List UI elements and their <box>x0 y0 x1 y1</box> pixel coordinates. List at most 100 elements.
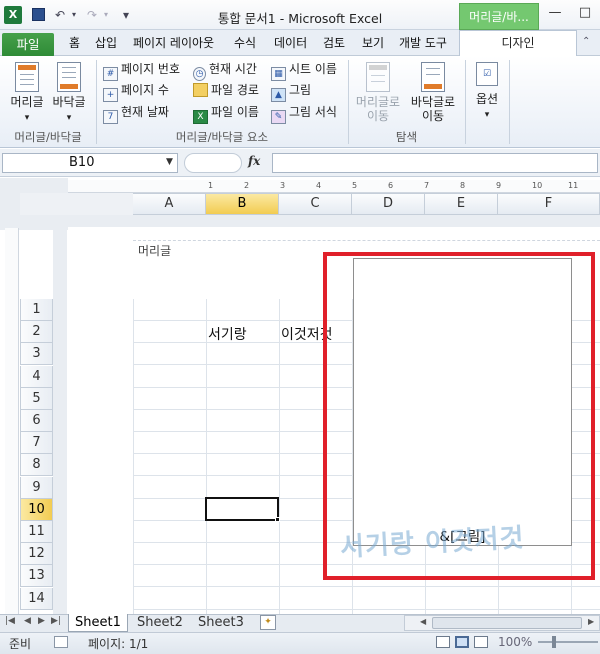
current-date-button[interactable]: 7 현재 날짜 <box>103 102 169 124</box>
group-separator <box>509 60 510 144</box>
current-time-button[interactable]: ◷ 현재 시간 <box>193 59 257 81</box>
row-header-10[interactable]: 10 <box>20 499 53 521</box>
footer-icon <box>57 62 81 92</box>
status-ready: 준비 <box>9 637 32 651</box>
fill-handle[interactable] <box>275 517 280 522</box>
zoom-slider-thumb[interactable] <box>552 636 556 648</box>
page-break-view-icon[interactable] <box>474 636 488 648</box>
highlight-box <box>323 252 595 580</box>
row-header-14[interactable]: 14 <box>20 588 53 610</box>
calendar-icon: 7 <box>103 110 118 124</box>
page-number-button[interactable]: # 페이지 번호 <box>103 59 180 81</box>
gridline <box>133 609 600 610</box>
format-picture-button[interactable]: ✎ 그림 서식 <box>271 102 337 124</box>
row-header-6[interactable]: 6 <box>20 410 53 432</box>
ruler-number: 10 <box>532 181 543 190</box>
cell-B2[interactable]: 서기랑 <box>208 324 247 344</box>
ruler-number: 5 <box>352 181 358 190</box>
vertical-ruler[interactable] <box>5 228 19 614</box>
tab-view[interactable]: 보기 <box>362 34 384 51</box>
file-name-button[interactable]: X 파일 이름 <box>193 102 259 124</box>
row-header-7[interactable]: 7 <box>20 432 53 454</box>
prev-sheet-nav-icon[interactable]: ◀ <box>24 616 31 626</box>
tab-page-layout[interactable]: 페이지 레이아웃 <box>133 34 214 51</box>
normal-view-icon[interactable] <box>436 636 450 648</box>
row-header-4[interactable]: 4 <box>20 366 53 388</box>
zoom-slider[interactable] <box>538 641 598 643</box>
row-header-9[interactable]: 9 <box>20 477 53 499</box>
ruler-number: 4 <box>316 181 322 190</box>
zoom-level[interactable]: 100% <box>498 635 532 649</box>
column-header-B[interactable]: B <box>206 193 279 215</box>
maximize-button[interactable]: □ <box>570 0 600 26</box>
header-button-label: 머리글 <box>10 95 44 109</box>
column-header-A[interactable]: A <box>133 193 206 215</box>
gridline <box>206 299 207 614</box>
go-to-header-label: 머리글로 이동 <box>355 95 401 123</box>
format-picture-icon: ✎ <box>271 110 286 124</box>
last-sheet-nav-icon[interactable]: ▶| <box>51 616 61 626</box>
ruler-number: 9 <box>496 181 502 190</box>
tab-insert[interactable]: 삽입 <box>95 34 117 51</box>
picture-button[interactable]: ▲ 그림 <box>271 80 311 102</box>
row-header-1[interactable]: 1 <box>20 299 53 321</box>
active-cell-B10[interactable] <box>205 497 279 521</box>
go-to-footer-button[interactable]: 바닥글로 이동 <box>405 62 461 123</box>
context-tab-title: 머리글/바... <box>459 3 539 30</box>
tab-review[interactable]: 검토 <box>323 34 345 51</box>
picture-icon: ▲ <box>271 88 286 102</box>
minimize-ribbon-icon[interactable]: ⌃ <box>582 36 590 47</box>
row-header-8[interactable]: 8 <box>20 454 53 476</box>
select-all-button[interactable] <box>20 193 133 215</box>
formula-input[interactable] <box>272 153 598 173</box>
tab-data[interactable]: 데이터 <box>274 34 307 51</box>
ruler-number: 6 <box>388 181 394 190</box>
row-header-5[interactable]: 5 <box>20 388 53 410</box>
column-header-F[interactable]: F <box>498 193 600 215</box>
scroll-right-icon[interactable]: ▶ <box>588 617 594 626</box>
ruler-number: 11 <box>568 181 579 190</box>
go-to-header-icon <box>366 62 390 92</box>
footer-button[interactable]: 바닥글 ▾ <box>48 62 90 125</box>
gridline <box>133 299 134 614</box>
row-header-12[interactable]: 12 <box>20 543 53 565</box>
page-layout-view-icon[interactable] <box>455 636 469 648</box>
go-to-footer-label: 바닥글로 이동 <box>410 95 456 123</box>
header-button[interactable]: 머리글 ▾ <box>6 62 48 125</box>
sheet-tab-sheet3[interactable]: Sheet3 <box>192 614 250 632</box>
column-header-D[interactable]: D <box>352 193 425 215</box>
row-header-13[interactable]: 13 <box>20 565 53 587</box>
tab-home[interactable]: 홈 <box>69 34 80 51</box>
new-sheet-icon[interactable]: ✦ <box>260 615 276 630</box>
page-count-button[interactable]: + 페이지 수 <box>103 80 169 102</box>
macro-record-icon[interactable] <box>54 636 68 648</box>
tab-developer[interactable]: 개발 도구 <box>399 34 447 51</box>
tab-file[interactable]: 파일 <box>2 33 54 57</box>
insert-function-button[interactable]: fx <box>248 154 268 168</box>
tab-design[interactable]: 디자인 <box>459 30 577 57</box>
name-box-dropdown-icon[interactable]: ▼ <box>166 157 173 167</box>
sheet-name-button[interactable]: ▦ 시트 이름 <box>271 59 337 81</box>
scroll-left-icon[interactable]: ◀ <box>420 617 426 626</box>
sheet-tab-sheet2[interactable]: Sheet2 <box>131 614 189 632</box>
ruler-number: 3 <box>280 181 286 190</box>
column-header-E[interactable]: E <box>425 193 498 215</box>
row-header-3[interactable]: 3 <box>20 343 53 365</box>
clock-icon: ◷ <box>193 67 206 81</box>
group-label-elements: 머리글/바닥글 요소 <box>175 130 269 144</box>
page-left-margin <box>53 227 67 614</box>
sheet-tab-sheet1[interactable]: Sheet1 <box>68 614 128 632</box>
options-button[interactable]: ☑ 옵션 ▾ <box>468 62 506 122</box>
next-sheet-nav-icon[interactable]: ▶ <box>38 616 45 626</box>
tab-formulas[interactable]: 수식 <box>234 34 256 51</box>
column-header-C[interactable]: C <box>279 193 352 215</box>
minimize-button[interactable]: — <box>540 0 570 26</box>
row-header-2[interactable]: 2 <box>20 321 53 343</box>
formula-bar-resize-handle[interactable] <box>184 153 242 173</box>
file-path-button[interactable]: 파일 경로 <box>193 80 259 100</box>
first-sheet-nav-icon[interactable]: |◀ <box>5 616 15 626</box>
go-to-header-button[interactable]: 머리글로 이동 <box>353 62 403 123</box>
row-header-11[interactable]: 11 <box>20 521 53 543</box>
name-box[interactable]: B10 <box>2 153 178 173</box>
scroll-thumb[interactable] <box>432 617 582 629</box>
